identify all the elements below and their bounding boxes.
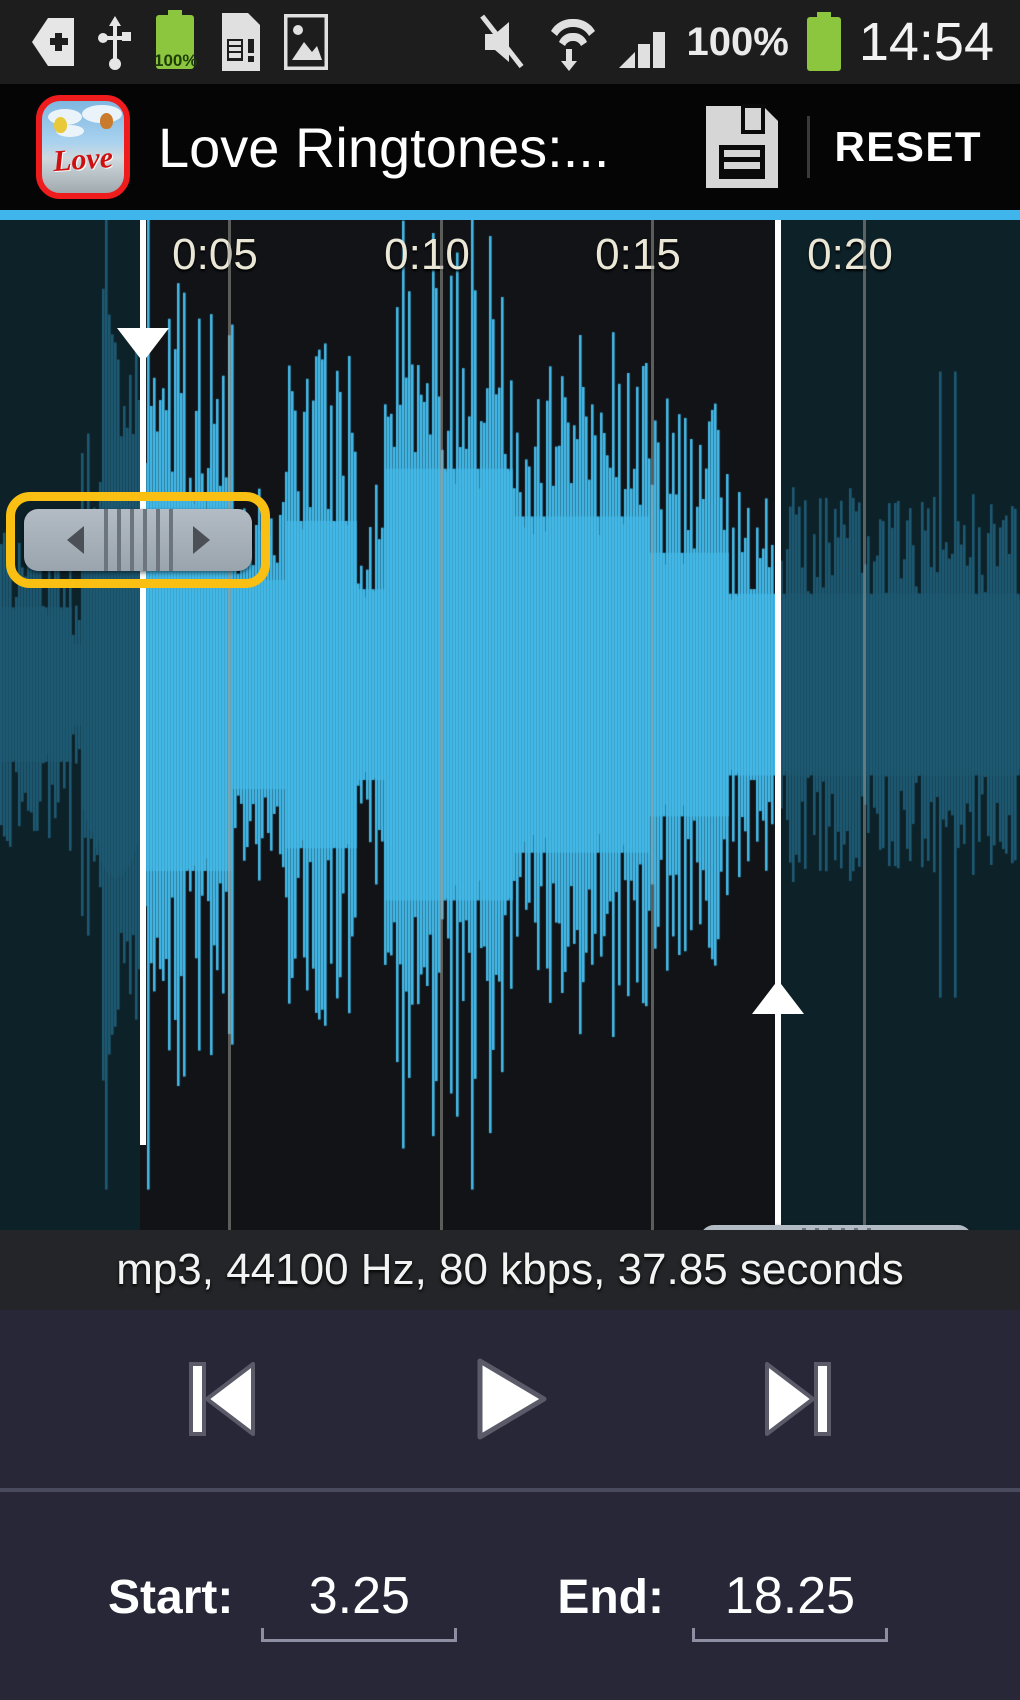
grid-line (651, 220, 654, 1230)
start-time-input[interactable]: 3.25 (261, 1550, 458, 1642)
end-time-input[interactable]: 18.25 (691, 1550, 888, 1642)
start-marker-triangle (117, 328, 169, 362)
grid-line (863, 220, 866, 1230)
end-marker-triangle (752, 980, 804, 1014)
waveform-canvas[interactable] (0, 220, 1020, 1230)
trim-values-panel: Start: 3.25 End: 18.25 (0, 1492, 1020, 1700)
end-time-value: 18.25 (724, 1567, 856, 1625)
grid-line (440, 220, 443, 1230)
app-icon: Love (36, 95, 130, 199)
back-arrow-icon (32, 18, 74, 66)
end-input-underline (691, 1628, 888, 1642)
android-status-bar: 100% 100% 14:54 (0, 0, 1020, 84)
battery-charging-icon: 100% (154, 9, 198, 75)
sim-card-alert-icon (222, 13, 260, 71)
status-bar-left-icons: 100% (0, 9, 328, 75)
status-bar-right-icons: 100% 14:54 (479, 12, 1020, 72)
start-trim-handle[interactable] (24, 509, 252, 571)
accent-divider (0, 210, 1020, 220)
end-time-group: End: 18.25 (557, 1550, 888, 1642)
waveform-editor[interactable]: 0:05 0:10 0:15 0:20 (0, 220, 1020, 1230)
play-icon (477, 1358, 547, 1440)
page-title: Love Ringtones:... (158, 115, 610, 179)
floppy-disk-save-icon (706, 104, 779, 188)
save-button[interactable] (687, 103, 797, 191)
app-header-actions: RESET (687, 84, 1020, 210)
signal-bars-icon (618, 32, 665, 68)
start-time-value: 3.25 (308, 1567, 410, 1625)
usb-icon (98, 16, 131, 70)
skip-next-icon (765, 1362, 831, 1436)
start-handle-right-arrow[interactable] (192, 526, 210, 554)
app-header-bar: Love Love Ringtones:... RESET (0, 84, 1020, 210)
end-marker-line (775, 220, 781, 1230)
image-icon (284, 14, 328, 70)
status-bar-clock: 14:54 (858, 12, 994, 72)
wifi-data-icon (550, 18, 595, 71)
start-input-underline (261, 1628, 458, 1642)
battery-percent-label: 100% (686, 20, 789, 64)
start-handle-grip[interactable] (103, 509, 173, 571)
reset-button[interactable]: RESET (834, 123, 1020, 171)
battery-badge-label: 100% (154, 50, 198, 70)
battery-icon (806, 12, 841, 71)
mute-icon (479, 14, 524, 69)
start-handle-left-arrow[interactable] (66, 526, 84, 554)
start-label: Start: (108, 1571, 234, 1624)
app-icon-word: Love (51, 140, 115, 179)
play-button[interactable] (450, 1339, 570, 1459)
ringtone-editor-screen: 100% 100% 14:54 Love Love Ringtones:... … (0, 0, 1020, 1700)
start-time-group: Start: 3.25 (108, 1550, 458, 1642)
playback-controls (0, 1310, 1020, 1488)
grid-line (228, 220, 231, 1230)
end-label: End: (557, 1571, 664, 1624)
previous-button[interactable] (162, 1339, 282, 1459)
audio-info-bar: mp3, 44100 Hz, 80 kbps, 37.85 seconds (0, 1230, 1020, 1310)
next-button[interactable] (738, 1339, 858, 1459)
header-divider (807, 116, 811, 178)
skip-previous-icon (189, 1362, 255, 1436)
audio-info-text: mp3, 44100 Hz, 80 kbps, 37.85 seconds (116, 1245, 904, 1294)
